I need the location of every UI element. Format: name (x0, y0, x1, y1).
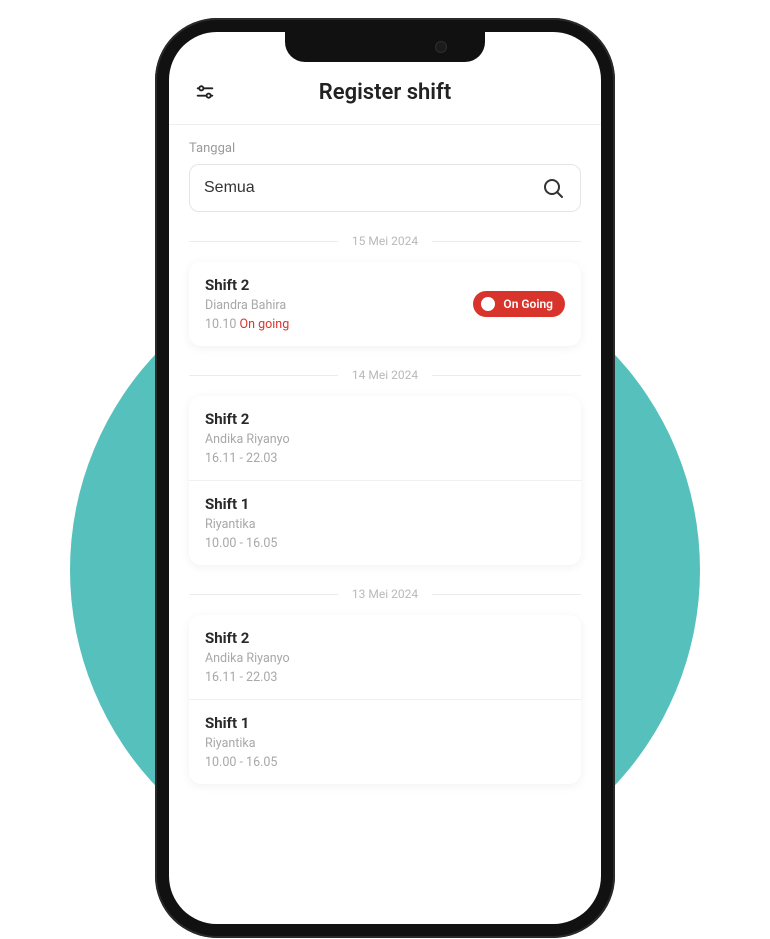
date-divider: 13 Mei 2024 (189, 587, 581, 601)
shift-row[interactable]: Shift 1 Riyantika 10.00 - 16.05 (189, 480, 581, 565)
shift-time: 16.11 - 22.03 (205, 670, 290, 685)
shift-info: Shift 1 Riyantika 10.00 - 16.05 (205, 714, 277, 770)
shift-row[interactable]: Shift 2 Andika Riyanyo 16.11 - 22.03 (189, 615, 581, 699)
date-filter-field[interactable] (189, 164, 581, 212)
shift-time: 10.00 - 16.05 (205, 755, 277, 770)
shift-person: Riyantika (205, 736, 277, 751)
date-filter-input[interactable] (204, 179, 540, 197)
shift-info: Shift 2 Andika Riyanyo 16.11 - 22.03 (205, 629, 290, 685)
date-label: 14 Mei 2024 (352, 368, 418, 382)
divider-line (432, 375, 581, 376)
date-divider: 15 Mei 2024 (189, 234, 581, 248)
shift-ongoing-text: On going (240, 317, 290, 332)
shift-name: Shift 1 (205, 714, 277, 732)
shift-name: Shift 2 (205, 629, 290, 647)
shift-person: Riyantika (205, 517, 277, 532)
shift-person: Diandra Bahira (205, 298, 289, 313)
divider-line (189, 241, 338, 242)
shift-name: Shift 2 (205, 276, 289, 294)
top-bar: Register shift (169, 72, 601, 125)
shift-row[interactable]: Shift 2 Diandra Bahira 10.10 On going On… (189, 262, 581, 346)
filter-label: Tanggal (189, 141, 581, 156)
phone-screen: Register shift Tanggal 15 Me (169, 32, 601, 924)
date-label: 15 Mei 2024 (352, 234, 418, 248)
search-icon[interactable] (540, 175, 566, 201)
shift-info: Shift 2 Andika Riyanyo 16.11 - 22.03 (205, 410, 290, 466)
badge-label: On Going (503, 297, 553, 311)
shift-card: Shift 2 Diandra Bahira 10.10 On going On… (189, 262, 581, 346)
shift-time: 10.00 - 16.05 (205, 536, 277, 551)
content-area: Tanggal 15 Mei 2024 (169, 125, 601, 784)
ongoing-badge: On Going (473, 291, 565, 317)
badge-dot-icon (481, 297, 495, 311)
shift-person: Andika Riyanyo (205, 432, 290, 447)
shift-person: Andika Riyanyo (205, 651, 290, 666)
shift-row[interactable]: Shift 2 Andika Riyanyo 16.11 - 22.03 (189, 396, 581, 480)
app-root: Register shift Tanggal 15 Me (169, 32, 601, 924)
shift-time: 16.11 - 22.03 (205, 451, 290, 466)
phone-notch (285, 32, 485, 62)
divider-line (432, 594, 581, 595)
phone-frame: Register shift Tanggal 15 Me (155, 18, 615, 938)
shift-time: 10.10 On going (205, 317, 289, 332)
shift-card: Shift 2 Andika Riyanyo 16.11 - 22.03 Shi… (189, 396, 581, 565)
divider-line (189, 375, 338, 376)
date-label: 13 Mei 2024 (352, 587, 418, 601)
shift-time-prefix: 10.10 (205, 317, 240, 332)
shift-info: Shift 1 Riyantika 10.00 - 16.05 (205, 495, 277, 551)
divider-line (189, 594, 338, 595)
shift-info: Shift 2 Diandra Bahira 10.10 On going (205, 276, 289, 332)
shift-card: Shift 2 Andika Riyanyo 16.11 - 22.03 Shi… (189, 615, 581, 784)
shift-row[interactable]: Shift 1 Riyantika 10.00 - 16.05 (189, 699, 581, 784)
shift-name: Shift 2 (205, 410, 290, 428)
date-divider: 14 Mei 2024 (189, 368, 581, 382)
shift-name: Shift 1 (205, 495, 277, 513)
divider-line (432, 241, 581, 242)
page-title: Register shift (191, 80, 579, 105)
